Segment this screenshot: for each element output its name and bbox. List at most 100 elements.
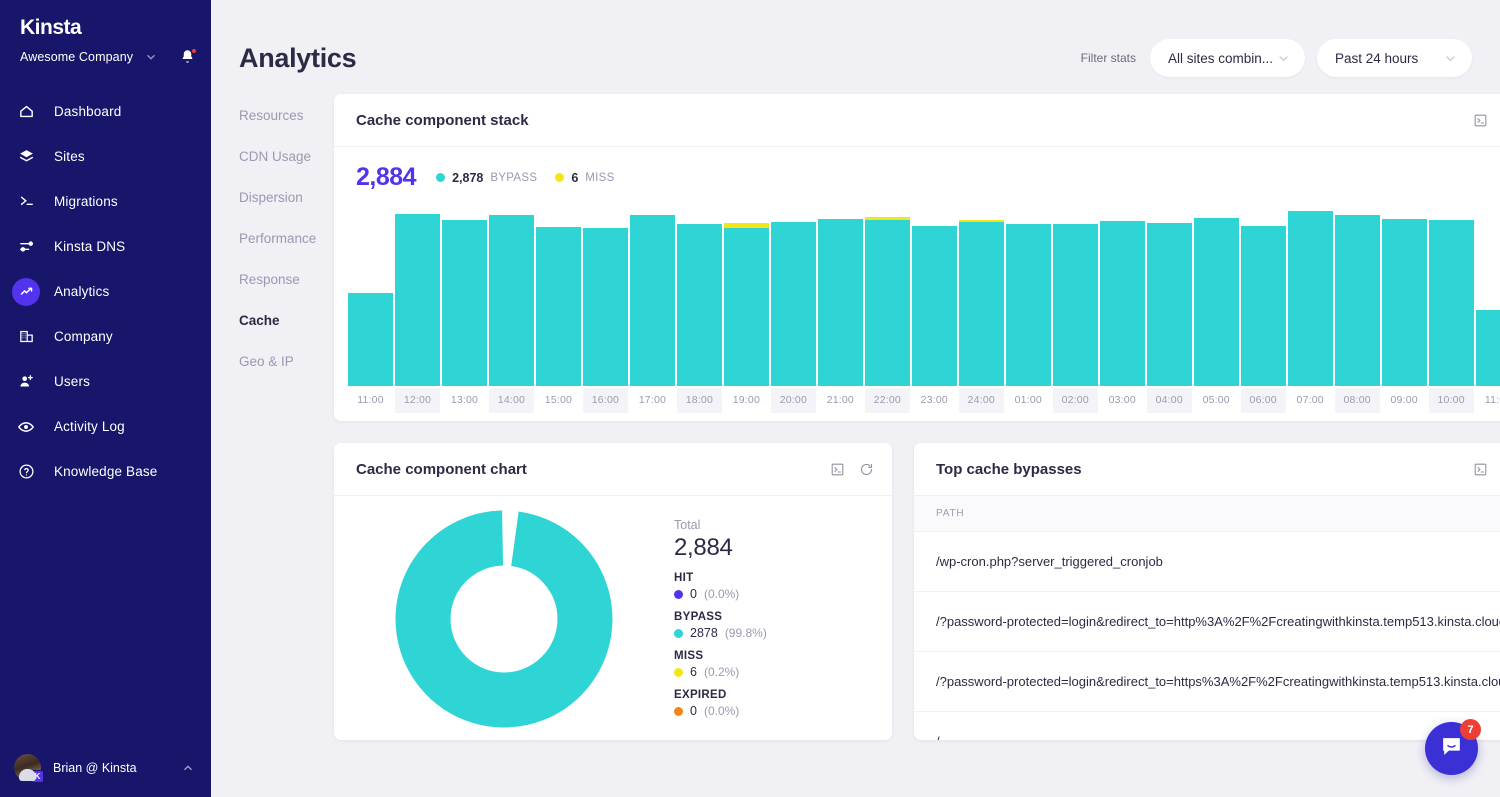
legend-name: EXPIRED: [674, 689, 767, 701]
bar-column[interactable]: [489, 206, 534, 386]
legend-percent: (0.2%): [704, 665, 739, 679]
bar-segment-bypass: [771, 222, 816, 386]
top-cache-bypasses-card: Top cache bypasses PATH /wp: [914, 443, 1500, 740]
bar-segment-bypass: [1241, 226, 1286, 386]
bar-column[interactable]: [959, 206, 1004, 386]
topbar: Analytics Filter stats All sites combin.…: [211, 0, 1500, 86]
export-icon[interactable]: [1473, 462, 1488, 477]
x-axis-tick: 06:00: [1241, 388, 1286, 413]
legend-percent: (0.0%): [704, 587, 739, 601]
subnav-item-cdn-usage[interactable]: CDN Usage: [239, 149, 334, 164]
x-axis-tick: 01:00: [1006, 388, 1051, 413]
user-profile-menu[interactable]: K Brian @ Kinsta: [0, 754, 211, 781]
bar-segment-bypass: [1288, 211, 1333, 386]
user-name: Brian @ Kinsta: [53, 761, 137, 775]
table-row[interactable]: /?password-protected=login&redirect_to=h…: [914, 592, 1500, 652]
x-axis-tick: 24:00: [959, 388, 1004, 413]
sidebar-item-sites[interactable]: Sites: [0, 139, 211, 174]
x-axis-tick: 07:00: [1288, 388, 1333, 413]
notifications-button[interactable]: [180, 49, 195, 64]
sidebar-item-label: Activity Log: [54, 419, 125, 434]
bar-column[interactable]: [1429, 206, 1474, 386]
subnav-item-resources[interactable]: Resources: [239, 108, 334, 123]
sidebar-item-activity-log[interactable]: Activity Log: [0, 409, 211, 444]
legend-value: 0: [690, 704, 697, 718]
bar-column[interactable]: [1194, 206, 1239, 386]
bar-column[interactable]: [724, 206, 769, 386]
subnav-item-response[interactable]: Response: [239, 272, 334, 287]
table-row[interactable]: /wp-cron.php?server_triggered_cronjob: [914, 532, 1500, 592]
org-selector[interactable]: Awesome Company: [0, 40, 211, 64]
total-value: 2,884: [674, 534, 767, 562]
subnav-item-performance[interactable]: Performance: [239, 231, 334, 246]
analytics-icon: [12, 278, 40, 306]
time-range-select[interactable]: Past 24 hours: [1317, 39, 1472, 77]
sidebar-item-company[interactable]: Company: [0, 319, 211, 354]
bar-column[interactable]: [818, 206, 863, 386]
bar-column[interactable]: [1241, 206, 1286, 386]
bar-column[interactable]: [1006, 206, 1051, 386]
kinsta-logo: Kinsta: [20, 16, 211, 40]
refresh-icon[interactable]: [859, 462, 874, 477]
x-axis-tick: 22:00: [865, 388, 910, 413]
messenger-icon: [1439, 734, 1464, 764]
bar-column[interactable]: [1382, 206, 1427, 386]
table-row[interactable]: /?password-protected=login&redirect_to=h…: [914, 652, 1500, 712]
site-filter-select[interactable]: All sites combin...: [1150, 39, 1305, 77]
x-axis-tick: 02:00: [1053, 388, 1098, 413]
bar-column[interactable]: [1053, 206, 1098, 386]
x-axis-tick: 12:00: [395, 388, 440, 413]
bar-column[interactable]: [1100, 206, 1145, 386]
export-icon[interactable]: [1473, 113, 1488, 128]
bar-segment-bypass: [1147, 223, 1192, 386]
bar-column[interactable]: [1288, 206, 1333, 386]
time-range-value: Past 24 hours: [1335, 51, 1418, 66]
legend-value: 2,878: [452, 171, 483, 185]
bar-column[interactable]: [1335, 206, 1380, 386]
sidebar-item-analytics[interactable]: Analytics: [0, 274, 211, 309]
sidebar: Kinsta Awesome Company Dashboard: [0, 0, 211, 797]
bar-column[interactable]: [1147, 206, 1192, 386]
dns-sliders-icon: [12, 233, 40, 261]
filter-stats-label: Filter stats: [1081, 51, 1136, 65]
x-axis-tick: 21:00: [818, 388, 863, 413]
sidebar-item-migrations[interactable]: Migrations: [0, 184, 211, 219]
cache-component-chart-card: Cache component chart: [334, 443, 892, 740]
bar-column[interactable]: [536, 206, 581, 386]
main-area: Analytics Filter stats All sites combin.…: [211, 0, 1500, 797]
intercom-messenger-button[interactable]: 7: [1425, 722, 1478, 775]
subnav-item-geo-ip[interactable]: Geo & IP: [239, 354, 334, 369]
bar-column[interactable]: [583, 206, 628, 386]
bottom-row: Cache component chart: [334, 443, 1500, 740]
subnav-item-cache[interactable]: Cache: [239, 313, 334, 328]
table-row[interactable]: /: [914, 712, 1500, 740]
sidebar-item-dashboard[interactable]: Dashboard: [0, 94, 211, 129]
legend-value: 0: [690, 587, 697, 601]
bar-column[interactable]: [912, 206, 957, 386]
sidebar-item-label: Company: [54, 329, 113, 344]
legend-item-miss[interactable]: 6 MISS: [555, 171, 614, 185]
subnav-item-dispersion[interactable]: Dispersion: [239, 190, 334, 205]
sidebar-item-users[interactable]: Users: [0, 364, 211, 399]
x-axis-tick: 14:00: [489, 388, 534, 413]
sidebar-item-knowledge-base[interactable]: Knowledge Base: [0, 454, 211, 489]
bar-column[interactable]: [348, 206, 393, 386]
sidebar-item-kinsta-dns[interactable]: Kinsta DNS: [0, 229, 211, 264]
bar-column[interactable]: [677, 206, 722, 386]
bar-column[interactable]: [442, 206, 487, 386]
export-icon[interactable]: [830, 462, 845, 477]
brand[interactable]: Kinsta: [0, 0, 211, 40]
bar-segment-bypass: [1194, 218, 1239, 386]
bar-column[interactable]: [771, 206, 816, 386]
sidebar-item-label: Dashboard: [54, 104, 121, 119]
bar-column[interactable]: [395, 206, 440, 386]
bar-column[interactable]: [1476, 206, 1500, 386]
bar-column[interactable]: [865, 206, 910, 386]
x-axis: 11:0012:0013:0014:0015:0016:0017:0018:00…: [348, 388, 1500, 413]
donut-chart[interactable]: [334, 510, 674, 728]
user-plus-icon: [12, 368, 40, 396]
legend-item-bypass[interactable]: 2,878 BYPASS: [436, 171, 537, 185]
bar-column[interactable]: [630, 206, 675, 386]
x-axis-tick: 05:00: [1194, 388, 1239, 413]
main-nav: Dashboard Sites Migrations Kinsta DNS: [0, 94, 211, 489]
